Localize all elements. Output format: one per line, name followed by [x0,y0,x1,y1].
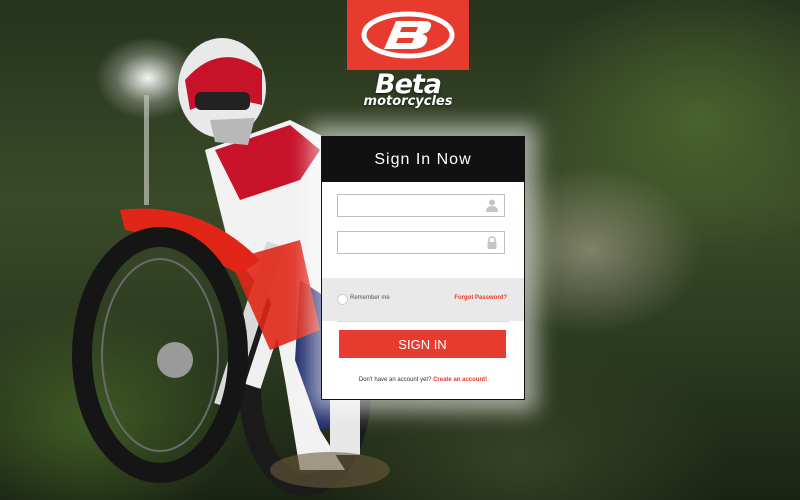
signin-button[interactable]: SIGN IN [339,330,506,358]
username-field[interactable] [337,194,505,217]
brand-logo [347,0,469,70]
create-account-link[interactable]: Create an account! [433,377,487,383]
brand-tagline: motorcycles [363,94,453,109]
signin-panel: Sign In Now Remember me Forgot Password?… [321,136,525,400]
remember-me-label: Remember me [350,295,390,301]
password-input[interactable] [338,232,490,253]
panel-title: Sign In Now [322,137,524,182]
create-account-row: Don't have an account yet? Create an acc… [322,375,524,385]
forgot-password-link[interactable]: Forgot Password? [454,293,507,303]
username-input[interactable] [338,195,490,216]
user-icon [486,199,498,212]
password-field[interactable] [337,231,505,254]
no-account-text: Don't have an account yet? [358,377,432,383]
remember-me-radio[interactable] [337,294,348,305]
lock-icon [487,236,497,249]
divider [337,321,509,322]
